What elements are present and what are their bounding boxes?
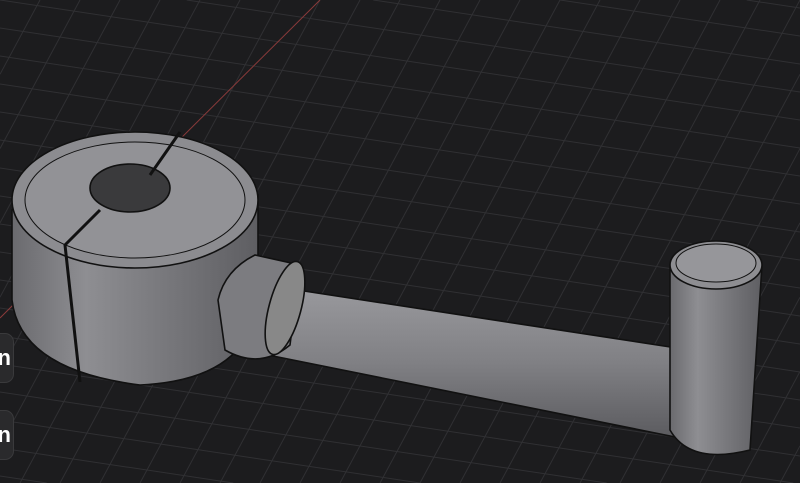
- grid-line: [746, 0, 800, 9]
- side-toolbar-button-2[interactable]: n: [0, 410, 14, 460]
- 3d-viewport[interactable]: [0, 0, 800, 483]
- grid-line: [373, 0, 800, 65]
- upright-top-inner-face[interactable]: [675, 243, 757, 283]
- upright-post[interactable]: [669, 264, 763, 456]
- grid-line: [0, 0, 81, 149]
- grid-line: [779, 445, 800, 483]
- grid-line: [0, 447, 234, 483]
- grid-line: [219, 0, 481, 483]
- grid-line: [0, 0, 41, 75]
- side-toolbar-button-1[interactable]: n: [0, 333, 14, 383]
- grid-line: [299, 0, 561, 483]
- grid-line: [186, 0, 800, 93]
- clamp-bore-hole[interactable]: [89, 163, 171, 213]
- rod[interactable]: [264, 284, 691, 441]
- grid-line: [559, 0, 800, 37]
